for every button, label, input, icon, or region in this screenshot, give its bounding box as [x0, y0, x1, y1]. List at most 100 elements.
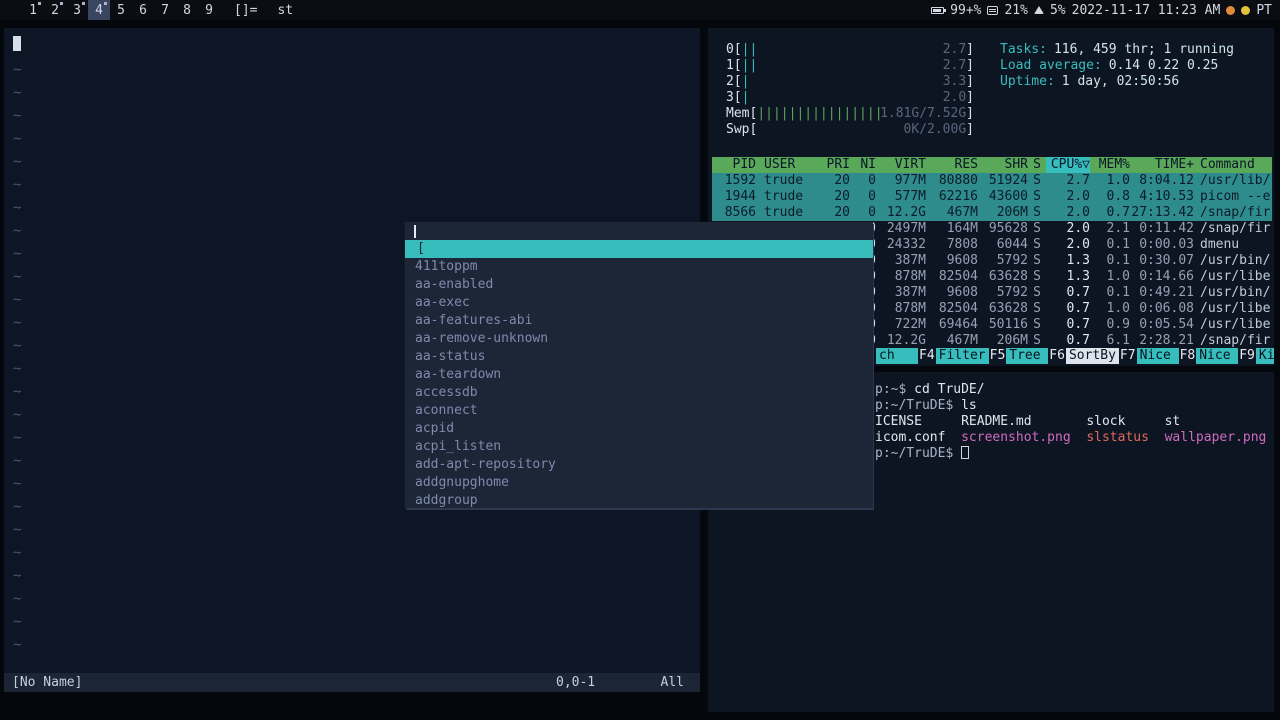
cell-mem: 0.1: [1106, 237, 1130, 252]
tag-list: 123456789: [0, 0, 220, 20]
tag-6[interactable]: 6: [132, 0, 154, 20]
cell-res: 164M: [946, 221, 978, 236]
dmenu-item[interactable]: aconnect: [405, 402, 873, 420]
dmenu-window[interactable]: [ 411toppm aa-enabled aa-exec aa-features-a…: [405, 222, 873, 508]
tag-occupied-indicator: [104, 2, 107, 5]
column-header-virt[interactable]: VIRT: [876, 157, 926, 173]
meter-bracket: ]: [966, 90, 974, 105]
cell-virt: 722M: [894, 317, 926, 332]
meter-3: 3[| 2.0]: [726, 90, 974, 106]
dmenu-selected-item[interactable]: [: [405, 240, 873, 258]
vim-tilde: ~: [13, 246, 22, 262]
dmenu-item[interactable]: addgroup: [405, 492, 873, 508]
dmenu-item[interactable]: add-apt-repository: [405, 456, 873, 474]
dmenu-item[interactable]: aa-remove-unknown: [405, 330, 873, 348]
cell-cpu: 1.3: [1066, 269, 1090, 284]
vim-tilde: ~: [13, 154, 22, 170]
vim-tilde: ~: [13, 361, 22, 377]
column-header-shr[interactable]: SHR: [978, 157, 1028, 173]
cell-time: 0:14.66: [1139, 269, 1194, 284]
fnkey-label: Tree: [1006, 348, 1049, 364]
cell-cpu: 2.7: [1066, 173, 1090, 188]
dmenu-item[interactable]: 411toppm: [405, 258, 873, 276]
column-header-pid[interactable]: PID: [712, 157, 756, 173]
column-header-s[interactable]: S: [1028, 157, 1046, 173]
dmenu-item[interactable]: aa-features-abi: [405, 312, 873, 330]
tag-1[interactable]: 1: [22, 0, 44, 20]
cell-cpu: 2.0: [1066, 205, 1090, 220]
vim-cursor-position: 0,0-1: [556, 675, 596, 690]
tag-2[interactable]: 2: [44, 0, 66, 20]
cell-cmd: dmenu: [1200, 237, 1240, 252]
tag-8[interactable]: 8: [176, 0, 198, 20]
tag-3[interactable]: 3: [66, 0, 88, 20]
layout-symbol[interactable]: []=: [220, 3, 267, 18]
cell-mem: 6.1: [1106, 333, 1130, 348]
cell-cpu: 1.3: [1066, 253, 1090, 268]
cell-s: S: [1033, 173, 1041, 188]
fnkey-F8[interactable]: F8Nice +: [1179, 348, 1239, 364]
column-header-ni[interactable]: NI: [850, 157, 876, 173]
cell-res: 82504: [938, 301, 978, 316]
column-header-command[interactable]: Command: [1194, 157, 1272, 173]
cell-cpu: 0.7: [1066, 285, 1090, 300]
process-row[interactable]: 1592 trude 20 0 977M 80880 51924 S 2.7 1.0 8:04.12…: [712, 173, 1272, 189]
cell-time: 0:06.08: [1139, 301, 1194, 316]
cell-cpu: 2.0: [1066, 189, 1090, 204]
column-header-pri[interactable]: PRI: [820, 157, 850, 173]
column-header-cpu[interactable]: CPU%▽: [1046, 157, 1090, 173]
dmenu-item[interactable]: acpid: [405, 420, 873, 438]
cell-s: S: [1033, 317, 1041, 332]
htop-header-area: 0[|| 2.7] 1[|| 2.7] 2[| 3.3] 3[| 2.0] Mem[||||||…: [708, 28, 1274, 138]
dmenu-item[interactable]: aa-exec: [405, 294, 873, 312]
meter-label: Mem[: [726, 106, 758, 121]
column-header-res[interactable]: RES: [926, 157, 978, 173]
terminal-line: p:~/TruDE$: [875, 446, 1274, 462]
terminal-text: cd TruDE/: [914, 382, 985, 397]
cell-s: S: [1033, 285, 1041, 300]
terminal-text: p:~/TruDE$: [875, 398, 962, 413]
cell-virt: 2497M: [886, 221, 926, 236]
dmenu-item[interactable]: accessdb: [405, 384, 873, 402]
tag-4[interactable]: 4: [88, 0, 110, 20]
meter-value: 2.7: [942, 58, 967, 73]
meter-bar: ||: [741, 58, 758, 73]
tag-9[interactable]: 9: [198, 0, 220, 20]
dmenu-item[interactable]: aa-enabled: [405, 276, 873, 294]
cell-s: S: [1033, 333, 1041, 348]
dmenu-item[interactable]: addgnupghome: [405, 474, 873, 492]
column-header-mem[interactable]: MEM%: [1090, 157, 1130, 173]
cell-time: 2:28.21: [1139, 333, 1194, 348]
tag-5[interactable]: 5: [110, 0, 132, 20]
fnkey-F5[interactable]: F5 Tree: [989, 348, 1049, 364]
terminal-text: slstatus: [1086, 430, 1149, 445]
tag-7[interactable]: 7: [154, 0, 176, 20]
dmenu-list: 411toppm aa-enabled aa-exec aa-features-abi…: [405, 258, 873, 508]
cell-ni: 0: [868, 189, 876, 204]
cell-mem: 0.1: [1106, 285, 1130, 300]
cell-ni: 0: [868, 173, 876, 188]
dmenu-input[interactable]: [405, 222, 873, 240]
vim-tilde: ~: [13, 108, 22, 124]
cell-cmd: /snap/fir: [1200, 221, 1271, 236]
vim-tilde: ~: [13, 568, 22, 584]
fnkey-F6[interactable]: F6 SortBy: [1048, 348, 1119, 364]
fnkey-ch[interactable]: ch: [876, 348, 918, 364]
fnkey-F9[interactable]: F9Kill: [1238, 348, 1274, 364]
cell-pid: 1592: [724, 173, 756, 188]
column-header-time[interactable]: TIME+: [1130, 157, 1194, 173]
cell-pid: 1944: [724, 189, 756, 204]
fnkey-F7[interactable]: F7Nice -: [1119, 348, 1179, 364]
dmenu-item[interactable]: acpi_listen: [405, 438, 873, 456]
vim-tilde: ~: [13, 200, 22, 216]
fnkey-F4[interactable]: F4 Filter: [918, 348, 989, 364]
load-average-line: Load average: 0.14 0.22 0.25: [1000, 58, 1219, 73]
process-row[interactable]: 8566 trude 20 0 12.2G 467M 206M S 2.0 0.7 27:13.42…: [712, 205, 1272, 221]
dmenu-item[interactable]: aa-status: [405, 348, 873, 366]
cell-user: trude: [764, 189, 804, 204]
cell-virt: 977M: [894, 173, 926, 188]
dmenu-item[interactable]: aa-teardown: [405, 366, 873, 384]
column-header-user[interactable]: USER: [756, 157, 820, 173]
process-row[interactable]: 1944 trude 20 0 577M 62216 43600 S 2.0 0.8 4:10.53…: [712, 189, 1272, 205]
